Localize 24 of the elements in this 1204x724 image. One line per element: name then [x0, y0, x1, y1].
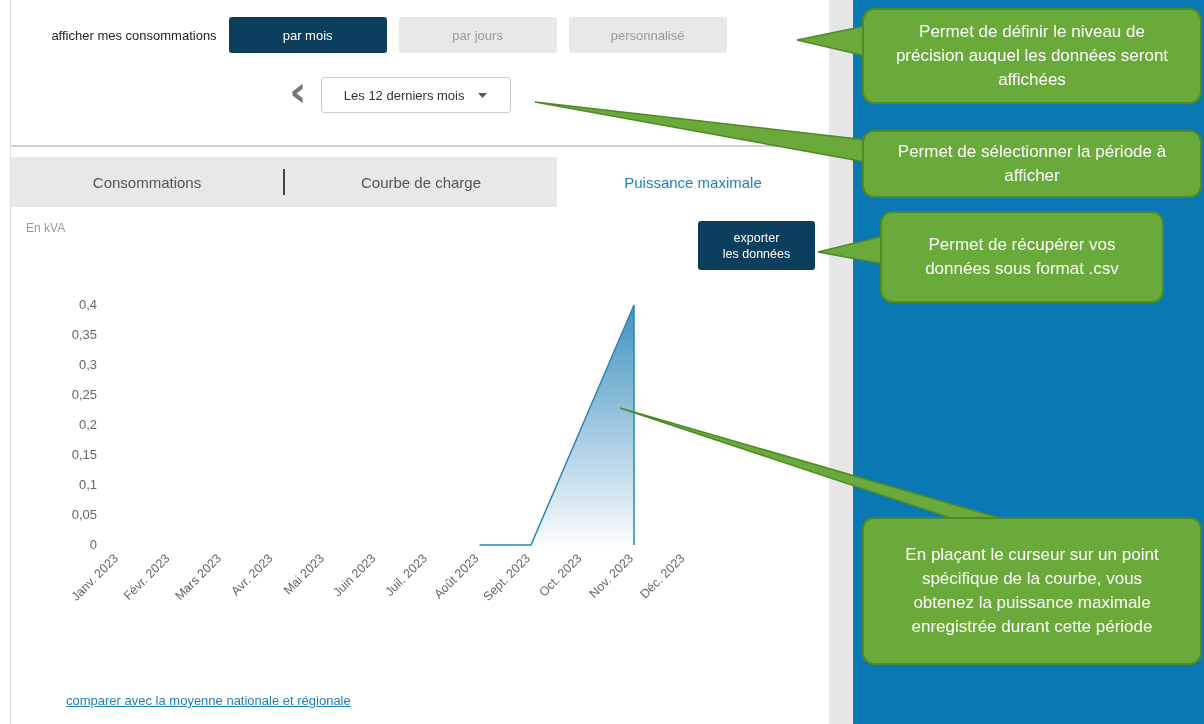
callout: Permet de sélectionner la période à afficher: [862, 130, 1202, 198]
axis-tick-label: 0,05: [71, 507, 97, 522]
tab[interactable]: Courbe de charge: [285, 157, 557, 207]
axis-tick-label: 0,25: [71, 387, 97, 402]
axis-tick-label: 0,3: [78, 357, 97, 372]
axis-tick-label: 0,1: [78, 477, 97, 492]
tab[interactable]: Consommations: [11, 157, 283, 207]
axis-tick-label: 0,15: [71, 447, 97, 462]
callout: En plaçant le curseur sur un point spécifique de la courbe, vous obtenez la puissance maximale enregistrée durant cette période: [862, 517, 1202, 665]
axis-tick-label: 0,2: [78, 417, 97, 432]
axis-tick-label: 0,35: [71, 327, 97, 342]
display-label: afficher mes consommations: [51, 27, 217, 43]
axis-tick-label: 0: [89, 537, 97, 552]
compare-link[interactable]: comparer avec la moyenne nationale et régionale: [66, 693, 829, 708]
tab[interactable]: Puissance maximale: [557, 157, 829, 207]
previous-button[interactable]: ‹: [289, 77, 307, 113]
axis-tick-label: 0,4: [78, 297, 97, 312]
caret-icon: [478, 92, 488, 98]
export-button[interactable]: exporter les données: [698, 221, 815, 270]
callout: Permet de définir le niveau de précision auquel les données seront affichées: [862, 8, 1202, 104]
callout: Permet de récupérer vos données sous format .csv: [880, 211, 1164, 303]
unit-label: En kVA: [26, 221, 66, 235]
period-dropdown[interactable]: Les 12 derniers mois: [320, 77, 511, 113]
granularity-button[interactable]: par mois: [228, 17, 387, 53]
